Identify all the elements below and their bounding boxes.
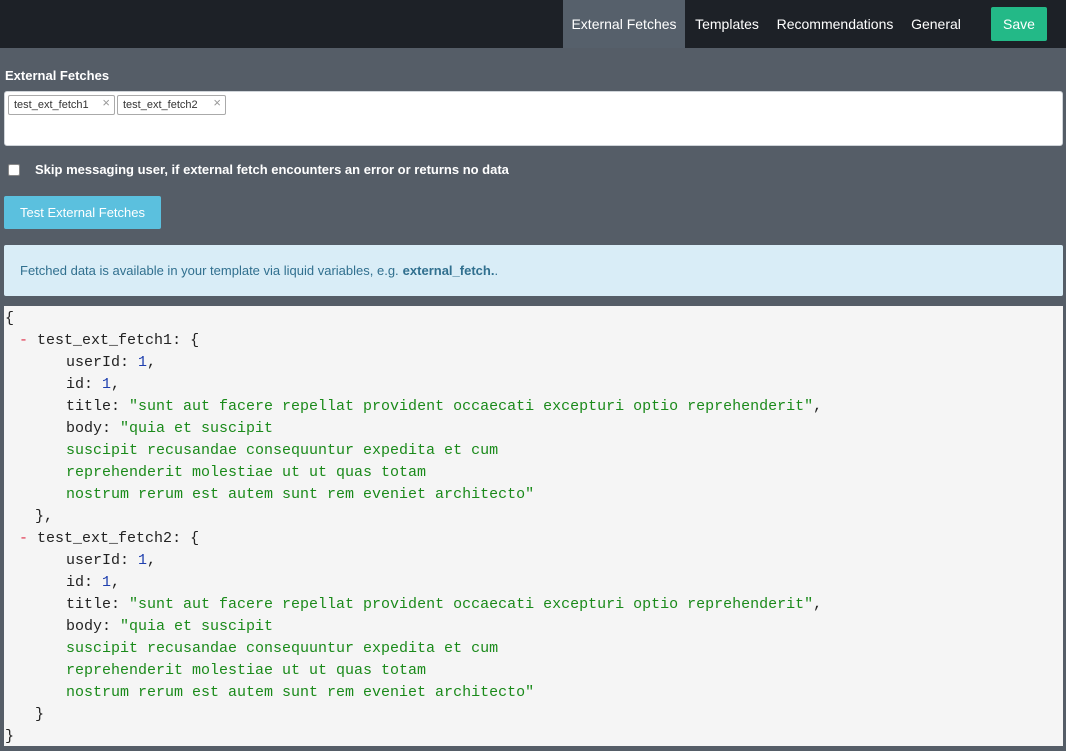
json-line: body: "quia et suscipit [66, 618, 274, 635]
json-key-line: - test_ext_fetch1: { [19, 332, 200, 349]
save-button[interactable]: Save [991, 7, 1047, 41]
json-line: id: 1, [66, 574, 121, 591]
json-close-brace: } [35, 706, 45, 723]
json-string: reprehenderit molestiae ut ut quas totam [66, 662, 427, 679]
skip-checkbox-label[interactable]: Skip messaging user, if external fetch e… [35, 162, 509, 177]
json-string: reprehenderit molestiae ut ut quas totam [66, 464, 427, 481]
section-title: External Fetches [5, 68, 110, 83]
json-string: nostrum rerum est autem sunt rem eveniet… [66, 684, 535, 701]
external-fetches-input[interactable]: test_ext_fetch1 × test_ext_fetch2 × [4, 91, 1063, 146]
info-code-reference: external_fetch. [402, 263, 495, 278]
tag-label: test_ext_fetch2 [123, 99, 198, 111]
info-text: Fetched data is available in your templa… [20, 263, 399, 278]
tag-label: test_ext_fetch1 [14, 99, 89, 111]
tag-chip: test_ext_fetch2 × [117, 95, 226, 115]
json-number: 1 [102, 574, 112, 591]
json-line: title: "sunt aut facere repellat provide… [66, 596, 823, 613]
json-key: test_ext_fetch1 [37, 332, 173, 349]
json-close-brace: }, [35, 508, 54, 525]
remove-tag-icon[interactable]: × [213, 95, 221, 110]
skip-checkbox[interactable] [8, 164, 20, 176]
json-string: "sunt aut facere repellat provident occa… [129, 398, 814, 415]
collapse-toggle[interactable]: - [19, 332, 28, 349]
tab-external-fetches[interactable]: External Fetches [563, 0, 685, 48]
json-close-brace: } [5, 728, 15, 745]
fetch-result-json: { - test_ext_fetch1: { userId: 1, id: 1,… [4, 306, 1063, 746]
test-external-fetches-button[interactable]: Test External Fetches [4, 196, 161, 229]
json-line: userId: 1, [66, 354, 157, 371]
info-alert: Fetched data is available in your templa… [4, 245, 1063, 296]
json-key-line: - test_ext_fetch2: { [19, 530, 200, 547]
json-string: suscipit recusandae consequuntur expedit… [66, 640, 499, 657]
skip-option: Skip messaging user, if external fetch e… [8, 162, 509, 177]
json-line: title: "sunt aut facere repellat provide… [66, 398, 823, 415]
json-line: userId: 1, [66, 552, 157, 569]
collapse-toggle[interactable]: - [19, 530, 28, 547]
tab-templates[interactable]: Templates [687, 0, 767, 48]
json-key: test_ext_fetch2 [37, 530, 173, 547]
json-string: "quia et suscipit [120, 420, 274, 437]
json-number: 1 [138, 354, 148, 371]
json-number: 1 [138, 552, 148, 569]
json-string: nostrum rerum est autem sunt rem eveniet… [66, 486, 535, 503]
json-string: "sunt aut facere repellat provident occa… [129, 596, 814, 613]
json-number: 1 [102, 376, 112, 393]
json-string: "quia et suscipit [120, 618, 274, 635]
info-suffix: . [494, 263, 499, 278]
json-open-brace: { [5, 310, 15, 327]
tab-general[interactable]: General [904, 0, 968, 48]
json-line: id: 1, [66, 376, 121, 393]
top-nav-bar: External Fetches Templates Recommendatio… [0, 0, 1066, 48]
json-string: suscipit recusandae consequuntur expedit… [66, 442, 499, 459]
remove-tag-icon[interactable]: × [102, 95, 110, 110]
tab-recommendations[interactable]: Recommendations [770, 0, 900, 48]
json-line: body: "quia et suscipit [66, 420, 274, 437]
tag-chip: test_ext_fetch1 × [8, 95, 115, 115]
